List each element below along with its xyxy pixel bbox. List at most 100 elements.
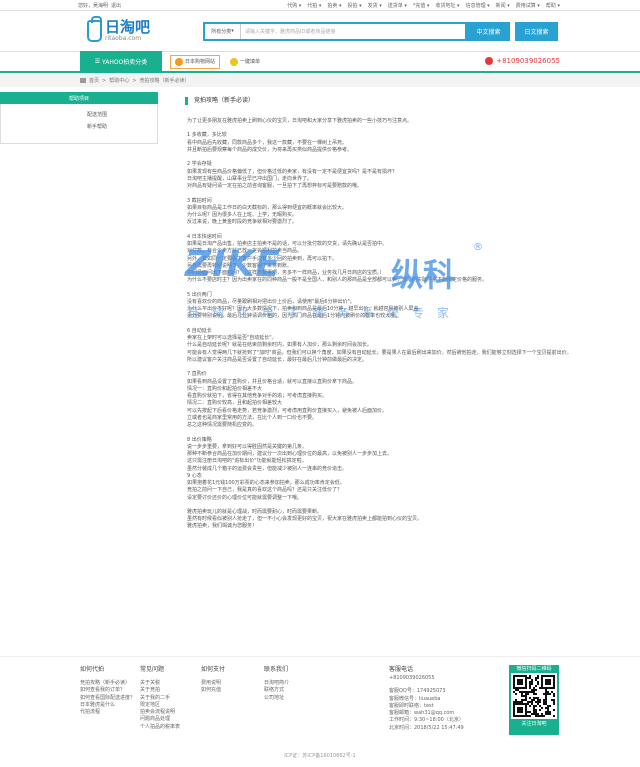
qr-module <box>521 711 523 713</box>
article-line: 设定要讨价还价的心理价位可能就需要调整一下哦。 <box>187 494 303 501</box>
sidebar-item-delivery[interactable]: 配送范围 <box>87 111 157 118</box>
breadcrumb-help[interactable]: 帮助中心 <box>109 77 129 84</box>
article-line: 总之这种情况需要随机应变的。 <box>187 422 258 429</box>
top-link[interactable]: 代拍 ▾ <box>307 2 321 9</box>
article-line: 5 出价两门 <box>187 291 212 298</box>
footer-col-bidding: 如何代拍 竞拍攻略（新手必读） 如何查看我的订单？ 如何查看国际配送进度？ 日本雅虎是什… <box>80 666 136 716</box>
qr-module <box>553 709 555 711</box>
top-bar: 您好，吴海明 退出 代购 ▾ 代拍 ▾ 拍卖 ▾ 投拍 ▾ 发货 ▾ 送货单 ▾ *充值 ▾… <box>0 0 640 11</box>
article-line: 这只需注册日淘吧的"追标出价"功能就能轻松搞定啦。 <box>187 458 307 465</box>
top-link[interactable]: 新闻 ▾ <box>496 2 510 9</box>
article-line: 3 截拍时间 <box>187 197 212 204</box>
service-phone: +8109039026055 <box>389 675 435 681</box>
article-paragraph: 雅虎拍卖玩儿的就是心理战，时而需要耐心，时而需要果断。 虽然有时候看似被别人抢走了… <box>187 509 561 531</box>
article-line: 竞拍之前问一下自己，我是真的喜欢这个商品吗？还是只关注低价了？ <box>187 487 343 494</box>
japanese-search-button[interactable]: 日文搜索 <box>515 21 558 41</box>
top-link[interactable]: 收货地址 ▾ <box>435 2 459 9</box>
logo-domain: ritaoba.com <box>105 35 142 42</box>
article-line: 7 直购价 <box>187 371 207 378</box>
article-line: 雅虎拍卖，我们竭诚为您服务！ <box>187 523 258 530</box>
footer-col-faq: 常见问题 关于关税 关于竞拍 关于我的二手 限定地区 拍卖会流程说明 问题商品处理 个人拍品的… <box>140 666 181 731</box>
qr-title: 微信扫码二维码 <box>516 666 552 672</box>
breadcrumb-home[interactable]: 首页 <box>89 77 99 84</box>
logout-link[interactable]: 退出 <box>111 2 121 9</box>
qr-module <box>529 715 531 717</box>
article-line: 如果看到商品设置了直购价，并且价格合适，就可以直接以直购价拿下商品。 <box>187 378 358 385</box>
article-line: 如果发现有些商品价格偏低了，但价格过低的卖家，有没有一定不是便宜货吗？是不是有损… <box>187 168 398 175</box>
footer-link[interactable]: 个人拍品的税率表 <box>140 724 180 731</box>
top-link[interactable]: 费用试算 ▾ <box>516 2 540 9</box>
service-info: 北京时间：2018/5/22 15:47:49 <box>389 724 464 731</box>
footer-link[interactable]: 如何查看我的订单？ <box>80 687 135 694</box>
service-info: 客服微信号：liuaueba <box>389 695 441 702</box>
site-logo[interactable]: 日淘吧 ritaoba.com <box>87 16 203 42</box>
home-icon <box>80 78 86 83</box>
search-input[interactable]: 请输入关键字、雅虎商品ID或者商品链接 <box>241 24 465 39</box>
sidebar-title: 帮助项目 <box>0 92 158 104</box>
globe-icon <box>175 57 183 66</box>
top-link[interactable]: 拍卖 ▾ <box>327 2 341 9</box>
article-line: 什么是自动延长呢？就是在结束前剩余时内，如果有人加价，那么剩余时间会加长。 <box>187 342 373 349</box>
top-link[interactable]: 帮助 ▾ <box>546 2 560 9</box>
footer-service: 客服电话 +8109039026055 客服QQ号：174925073 客服微信号… <box>389 664 464 732</box>
top-link[interactable]: *充值 ▾ <box>413 2 430 9</box>
service-info: 客服QQ号：174925073 <box>389 688 446 695</box>
qr-module <box>549 683 551 685</box>
main-nav: ☰ YAHOO拍卖分类 日本购物网站 一键填单 +8109039026055 <box>0 51 640 73</box>
qr-code <box>511 673 557 719</box>
footer-link[interactable]: 关于竞拍 <box>140 687 180 694</box>
article-line: 2 学会存疑 <box>187 161 212 168</box>
footer-link[interactable]: 代拍流程 <box>80 709 135 716</box>
qr-module <box>535 705 537 707</box>
qr-module <box>515 693 517 695</box>
top-link[interactable]: 投拍 ▾ <box>348 2 362 9</box>
qr-module <box>553 703 555 705</box>
logo-name: 日淘吧 <box>105 18 151 36</box>
qr-module <box>535 685 537 687</box>
japan-shopping-sites-link[interactable]: 日本购物网站 <box>170 54 221 69</box>
breadcrumb: 首页 > 帮助中心 > 竞拍攻略（新手必读） <box>0 74 640 87</box>
qr-module <box>531 683 533 685</box>
article: 竞拍攻略（新手必读） 为了让更多朋友在雅虎拍卖上刷到心仪的宝贝，日淘吧和大家分享… <box>181 97 572 538</box>
footer-link[interactable]: 联络方式 <box>264 687 289 694</box>
article-line: 并且断拍后要观察每个商品的成交价，为将来再买类似商品提供价格参考。 <box>187 146 353 153</box>
yahoo-category-menu[interactable]: ☰ YAHOO拍卖分类 <box>80 51 162 72</box>
top-link[interactable]: 发货 ▾ <box>368 2 382 9</box>
footer-col-payment: 如何支付 费用说明 如何充值 <box>201 666 226 694</box>
hotline: +8109039026055 <box>485 57 560 65</box>
quick-order-link[interactable]: 一键填单 <box>230 57 260 66</box>
sidebar-item-newbie[interactable]: 新手帮助 <box>87 123 157 130</box>
qr-module <box>549 705 551 707</box>
article-paragraph: 3 截拍时间 如果目标商品是工作日的白天截标的，那么得到便宜的概率就会比较大。 为什… <box>187 198 561 227</box>
top-link[interactable]: 信息管理 ▾ <box>466 2 490 9</box>
qr-module <box>529 705 531 707</box>
footer-link[interactable]: 如何查看国际配送进度？ <box>80 695 135 702</box>
footer-link[interactable]: 问题商品处理 <box>140 716 180 723</box>
top-link[interactable]: 送货单 ▾ <box>388 2 407 9</box>
article-line: 为什么不要店时主？因为出卖家在的同种商品一般不是全国人，和别人的那商品是全部都可… <box>187 277 488 284</box>
article-line: 为了让更多朋友在雅虎拍卖上刷到心仪的宝贝，日淘吧和大家分享下雅虎拍卖的一些小技巧… <box>187 118 413 124</box>
qr-module <box>541 707 543 709</box>
footer-link[interactable]: 公司地址 <box>264 695 289 702</box>
bag-logo-icon <box>87 16 102 42</box>
article-paragraph: 6 自动延长 卖家在上架时可以选择是否"自动延长"。 什么是自动延长呢？就是在结束前… <box>187 328 572 364</box>
qr-module <box>539 701 541 703</box>
article-line: 情况二：直购价较高，且和起拍价相差较大 <box>187 400 283 407</box>
top-links: 代购 ▾ 代拍 ▾ 拍卖 ▾ 投拍 ▾ 发货 ▾ 送货单 ▾ *充值 ▾ 收货地址 ▾ 信息管理… <box>287 2 560 9</box>
chinese-search-button[interactable]: 中文搜索 <box>467 21 510 41</box>
qr-module <box>525 687 527 689</box>
qr-module <box>535 689 537 691</box>
footer-link[interactable]: 如何充值 <box>201 687 225 694</box>
menu-icon: ☰ <box>94 58 103 65</box>
qr-module <box>549 713 551 715</box>
wechat-qr-panel: 微信扫码二维码 关注日淘吧 <box>509 665 559 735</box>
service-info: 工作时间：9:30~18:00（北京） <box>389 717 464 724</box>
article-line: 另外，其如同一定要看下客户手边有多少回的拍卖到，再可以拍下。 <box>187 255 338 262</box>
article-line: 可能会有人觉得两几下就抢到了"加时"商品，但我们可以换个角度，如果没有自动延长，… <box>187 349 572 356</box>
article-line: 所以建议客户关注商品是否设置了自动延长，最好在最后几分钟前做最后的决定。 <box>187 356 368 363</box>
category-select[interactable]: 所有分类 ▾ <box>205 23 241 39</box>
footer-link[interactable]: 关于我的二手 <box>140 695 180 702</box>
top-link[interactable]: 代购 ▾ <box>287 2 301 9</box>
qr-module <box>553 687 555 689</box>
article-line: 虽然分装成几个箱子的运费会贵些，但能减少被别人一连串的竞价追击。 <box>187 465 348 472</box>
